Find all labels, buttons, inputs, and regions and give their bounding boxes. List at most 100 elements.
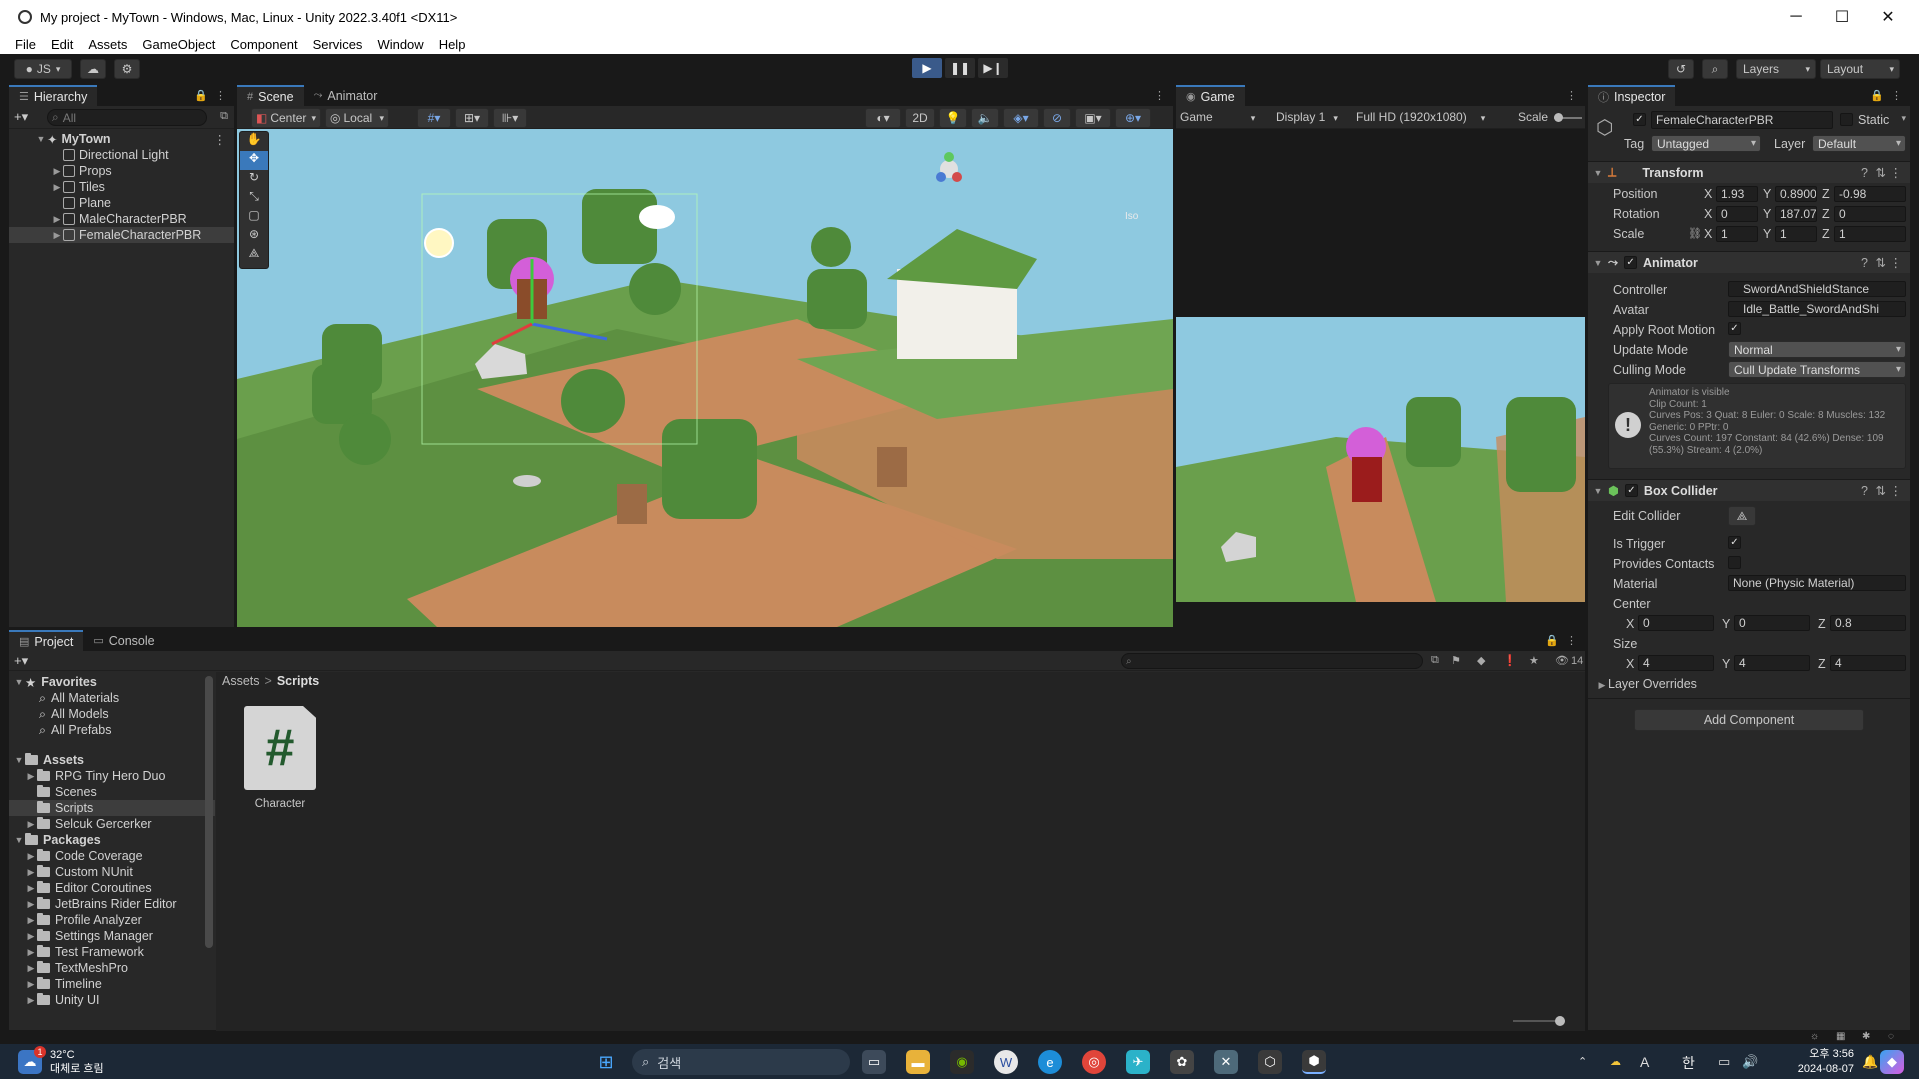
- collab-icon[interactable]: ⚙: [114, 59, 140, 79]
- icon-size-slider[interactable]: [1513, 1016, 1565, 1026]
- menu-edit[interactable]: Edit: [51, 37, 73, 52]
- menu-window[interactable]: Window: [377, 37, 423, 52]
- tab-console[interactable]: ▭ Console: [83, 630, 165, 651]
- scale-z-field[interactable]: 1: [1834, 226, 1906, 242]
- rotation-z-field[interactable]: 0: [1834, 206, 1906, 222]
- menu-assets[interactable]: Assets: [88, 37, 127, 52]
- tab-project[interactable]: ▤ Project: [9, 630, 84, 651]
- edit-collider-button[interactable]: ⟁: [1728, 506, 1756, 526]
- notification-bell-icon[interactable]: 🔔: [1862, 1054, 1878, 1070]
- hand-tool-icon[interactable]: ✋: [240, 132, 268, 151]
- apply-root-motion-checkbox[interactable]: ✓: [1728, 322, 1741, 335]
- preset-icon[interactable]: ⇅: [1876, 255, 1886, 270]
- network-icon[interactable]: ▭: [1718, 1054, 1730, 1070]
- taskbar-search[interactable]: ⌕ 검색: [632, 1049, 850, 1075]
- rotate-tool-icon[interactable]: ↻: [240, 170, 268, 189]
- tab-inspector[interactable]: ⓘ Inspector: [1588, 85, 1676, 106]
- lighting-icon[interactable]: 💡: [939, 108, 967, 128]
- close-button[interactable]: ✕: [1865, 0, 1911, 34]
- tree-scrollbar[interactable]: [205, 676, 213, 948]
- warning-filter-icon[interactable]: ❗: [1503, 654, 1517, 667]
- kebab-menu-icon[interactable]: ⋮: [1566, 89, 1577, 102]
- ime-indicator[interactable]: 한: [1682, 1053, 1695, 1073]
- debug-icon[interactable]: ✱: [1862, 1031, 1870, 1042]
- folder-item-selected[interactable]: Scripts: [9, 800, 215, 816]
- scale-slider[interactable]: [1554, 113, 1582, 122]
- position-y-field[interactable]: 0.8900: [1775, 186, 1817, 202]
- audio-icon[interactable]: 🔈: [971, 108, 999, 128]
- avatar-field[interactable]: Idle_Battle_SwordAndShi: [1728, 301, 1906, 317]
- center-z-field[interactable]: 0.8: [1830, 615, 1906, 631]
- expand-arrow-icon[interactable]: ▶: [51, 166, 63, 177]
- constrain-proportions-icon[interactable]: ⛓: [1688, 227, 1702, 240]
- animator-header[interactable]: ▼ ⤳ ✓ Animator ? ⇅ ⋮: [1588, 251, 1910, 273]
- menu-file[interactable]: File: [15, 37, 36, 52]
- hierarchy-item[interactable]: Directional Light: [9, 147, 234, 163]
- menu-gameobject[interactable]: GameObject: [142, 37, 215, 52]
- hierarchy-search-input[interactable]: ⌕ All: [47, 109, 207, 126]
- kebab-menu-icon[interactable]: ⋮: [1891, 89, 1902, 102]
- hierarchy-item[interactable]: Plane: [9, 195, 234, 211]
- shading-mode-icon[interactable]: ◐▾: [865, 108, 901, 128]
- box-collider-header[interactable]: ▼ ⬢ ✓ Box Collider ? ⇅ ⋮: [1588, 479, 1910, 501]
- add-component-button[interactable]: Add Component: [1634, 709, 1864, 731]
- tray-overflow-icon[interactable]: ⌃: [1578, 1055, 1587, 1068]
- hierarchy-item-selected[interactable]: ▶ FemaleCharacterPBR: [9, 227, 234, 243]
- expand-arrow-icon[interactable]: ▶: [51, 182, 63, 193]
- weather-widget[interactable]: 32°C 대체로 흐림: [50, 1048, 104, 1076]
- windows-start-icon[interactable]: ⊞: [594, 1050, 618, 1074]
- scene-viewport[interactable]: ✋ ✥ ↻ ⤡ ▢ ⊛ ⟁ Iso: [237, 129, 1173, 627]
- hierarchy-item[interactable]: ▶ Props: [9, 163, 234, 179]
- active-checkbox[interactable]: ✓: [1633, 113, 1646, 126]
- auto-generate-lighting-icon[interactable]: ☼: [1810, 1031, 1819, 1042]
- favorite-item[interactable]: ⌕ All Prefabs: [9, 722, 215, 738]
- menu-component[interactable]: Component: [230, 37, 297, 52]
- account-dropdown[interactable]: ● JS ▾: [14, 59, 72, 79]
- scale-x-field[interactable]: 1: [1716, 226, 1758, 242]
- menu-services[interactable]: Services: [313, 37, 363, 52]
- grid-snap-icon[interactable]: #▾: [417, 108, 451, 128]
- rotation-y-field[interactable]: 187.07: [1775, 206, 1817, 222]
- breadcrumb-assets[interactable]: Assets: [222, 674, 260, 688]
- scene-menu-icon[interactable]: ⋮: [214, 132, 227, 147]
- create-icon[interactable]: +▾: [14, 653, 28, 669]
- lock-icon[interactable]: 🔒: [1870, 89, 1884, 102]
- component-menu-icon[interactable]: ⋮: [1890, 255, 1903, 270]
- minimize-button[interactable]: ─: [1773, 0, 1819, 34]
- update-mode-dropdown[interactable]: Normal: [1728, 341, 1906, 358]
- tab-animator[interactable]: ⤳ Animator: [303, 85, 388, 106]
- expand-arrow-icon[interactable]: ▶: [51, 214, 63, 225]
- expand-arrow-icon[interactable]: ▶: [51, 230, 63, 241]
- effects-icon[interactable]: ◈▾: [1003, 108, 1039, 128]
- tab-scene[interactable]: # Scene: [237, 85, 304, 106]
- tab-hierarchy[interactable]: ☰ Hierarchy: [9, 85, 98, 106]
- is-trigger-checkbox[interactable]: ✓: [1728, 536, 1741, 549]
- unity-hub-icon[interactable]: ⬡: [1258, 1050, 1282, 1074]
- openai-app-icon[interactable]: ✿: [1170, 1050, 1194, 1074]
- favorite-item[interactable]: ⌕ All Materials: [9, 690, 215, 706]
- layer-dropdown[interactable]: Default: [1812, 135, 1906, 152]
- size-z-field[interactable]: 4: [1830, 655, 1906, 671]
- increment-snap-icon[interactable]: ⊪▾: [493, 108, 527, 128]
- step-button[interactable]: ▶❙: [978, 58, 1008, 78]
- package-item[interactable]: ▶ Custom NUnit: [9, 864, 215, 880]
- expand-arrow-icon[interactable]: ▼: [35, 134, 47, 144]
- help-icon[interactable]: ?: [1861, 166, 1868, 180]
- resolution-dropdown[interactable]: Full HD (1920x1080) ▾: [1356, 110, 1485, 124]
- search-icon[interactable]: ⌕: [1702, 59, 1728, 79]
- word-app-icon[interactable]: W: [994, 1050, 1018, 1074]
- copilot-icon[interactable]: ◆: [1880, 1050, 1904, 1074]
- package-item[interactable]: ▶ Editor Coroutines: [9, 880, 215, 896]
- tab-game[interactable]: ◉ Game: [1176, 85, 1245, 106]
- position-x-field[interactable]: 1.93: [1716, 186, 1758, 202]
- culling-mode-dropdown[interactable]: Cull Update Transforms: [1728, 361, 1906, 378]
- package-item[interactable]: ▶ Code Coverage: [9, 848, 215, 864]
- space-dropdown[interactable]: ◎ Local ▾: [325, 108, 389, 128]
- box-collider-enabled-checkbox[interactable]: ✓: [1624, 484, 1638, 497]
- transform-tool-icon[interactable]: ⊛: [240, 227, 268, 246]
- toggle-2d-button[interactable]: 2D: [905, 108, 935, 128]
- hierarchy-item[interactable]: ▶ Tiles: [9, 179, 234, 195]
- folder-item[interactable]: Scenes: [9, 784, 215, 800]
- folder-item[interactable]: ▶ RPG Tiny Hero Duo: [9, 768, 215, 784]
- tray-app-icon[interactable]: ☁: [1610, 1055, 1621, 1068]
